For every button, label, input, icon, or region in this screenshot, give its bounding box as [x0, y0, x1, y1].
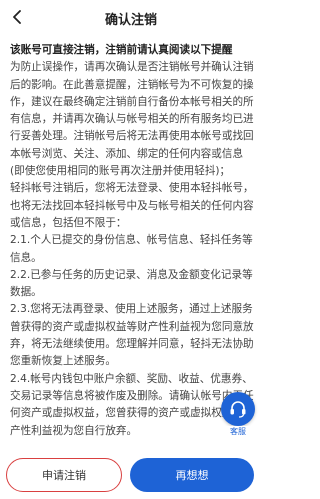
notice-lead: 该账号可直接注销，注销前请认真阅读以下提醒	[10, 44, 233, 56]
customer-service-button[interactable]: 客服	[218, 392, 258, 442]
apply-cancellation-button[interactable]: 申请注销	[6, 458, 122, 492]
customer-service-label: 客服	[218, 426, 258, 437]
notice-paragraph-2: 轻抖帐号注销后，您将无法登录、使用本轻抖帐号，也将无法找回本轻抖帐号中及与帐号相…	[10, 182, 254, 229]
headset-icon	[230, 401, 246, 418]
notice-item-2-2: 2.2.已参与任务的历史记录、消息及金额变化记录等数据。	[10, 268, 253, 299]
notice-item-2-1: 2.1.个人已提交的身份信息、帐号信息、轻抖任务等信息。	[10, 234, 253, 264]
header-bar: 确认注销	[0, 0, 262, 34]
page-title: 确认注销	[104, 13, 157, 28]
notice-item-2-3: 2.3.您将无法再登录、使用上述服务，通过上述服务曾获得的资产或虚拟权益等财产性…	[10, 303, 254, 368]
reconsider-button[interactable]: 再想想	[130, 458, 254, 492]
customer-service-circle	[221, 392, 255, 426]
notice-content: 该账号可直接注销，注销前请认真阅读以下提醒 为防止误操作，请再次确认是否注销帐号…	[10, 42, 254, 440]
notice-paragraph-1: 为防止误操作，请再次确认是否注销帐号并确认注销后的影响。在此善意提醒，注销帐号为…	[10, 61, 254, 178]
bottom-action-bar: 申请注销 再想想	[0, 452, 262, 499]
